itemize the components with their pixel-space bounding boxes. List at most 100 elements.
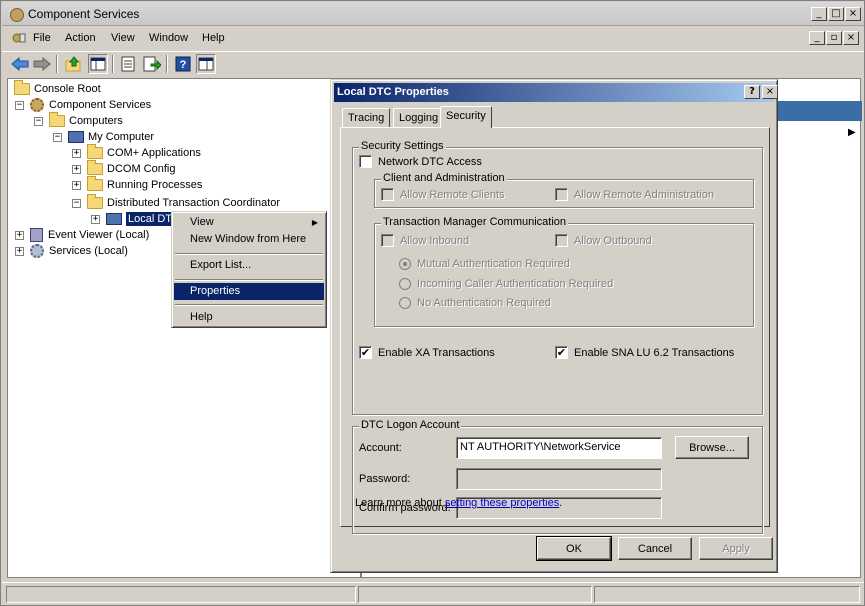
tab-logging[interactable]: Logging xyxy=(393,108,445,128)
expand-icon[interactable]: + xyxy=(72,164,81,174)
doc-minimize-button[interactable]: _ xyxy=(809,31,825,45)
menu-action[interactable]: Action xyxy=(65,32,96,44)
tree-item-label: DCOM Config xyxy=(107,163,176,175)
collapse-icon[interactable]: − xyxy=(34,116,43,126)
arrow-right-icon[interactable]: ▶ xyxy=(848,127,856,138)
learn-more-prefix: Learn more about xyxy=(355,497,445,509)
menu-help[interactable]: Help xyxy=(202,32,225,44)
tab-tracing[interactable]: Tracing xyxy=(342,108,391,128)
checkbox-box: ✔ xyxy=(359,346,372,359)
menu-item-view[interactable]: View ▶ xyxy=(174,214,324,231)
expand-icon[interactable]: + xyxy=(15,246,24,256)
menu-window[interactable]: Window xyxy=(149,32,188,44)
client-admin-group: Client and Administration Allow Remote C… xyxy=(374,172,754,208)
tree-item-running-processes[interactable]: + Running Processes xyxy=(72,176,203,193)
expand-icon[interactable]: + xyxy=(15,230,24,240)
menu-item-export-list[interactable]: Export List... xyxy=(174,257,324,274)
account-input[interactable]: NT AUTHORITY\NetworkService xyxy=(456,437,662,459)
toolbar-separator xyxy=(112,55,114,73)
minimize-button[interactable]: _ xyxy=(811,7,827,21)
browse-button[interactable]: Browse... xyxy=(675,436,749,459)
checkbox-box xyxy=(359,155,372,168)
checkbox-box: ✔ xyxy=(555,346,568,359)
tm-communication-group: Transaction Manager Communication Allow … xyxy=(374,216,754,327)
back-icon[interactable] xyxy=(10,54,30,74)
expand-icon[interactable]: + xyxy=(72,148,81,158)
event-viewer-icon xyxy=(30,228,43,242)
collapse-icon[interactable]: − xyxy=(15,100,24,110)
tree-item-local-dtc[interactable]: + Local DTC xyxy=(91,211,182,227)
apply-button[interactable]: Apply xyxy=(699,537,773,560)
incoming-caller-auth-radio[interactable]: Incoming Caller Authentication Required xyxy=(399,278,613,290)
menu-item-help[interactable]: Help xyxy=(174,309,324,326)
no-auth-radio[interactable]: No Authentication Required xyxy=(399,297,551,309)
tree-item-label: Event Viewer (Local) xyxy=(48,229,150,241)
tree-item-label: Services (Local) xyxy=(49,245,128,257)
toolbar-separator xyxy=(166,55,168,73)
learn-more-link[interactable]: setting these properties xyxy=(445,497,559,509)
menu-separator xyxy=(175,304,323,306)
tree-item-computers[interactable]: − Computers xyxy=(34,112,123,129)
menu-item-properties[interactable]: Properties xyxy=(174,283,324,300)
tree-item-event-viewer[interactable]: + Event Viewer (Local) xyxy=(15,227,149,243)
status-pane xyxy=(594,586,860,603)
tree-item-com-applications[interactable]: + COM+ Applications xyxy=(72,144,201,161)
enable-sna-checkbox[interactable]: ✔ Enable SNA LU 6.2 Transactions xyxy=(555,346,734,359)
radio-button xyxy=(399,258,411,270)
export-icon[interactable] xyxy=(142,54,162,74)
tree-item-dtc[interactable]: − Distributed Transaction Coordinator xyxy=(72,194,280,211)
checkbox-label: Allow Inbound xyxy=(400,234,470,247)
show-tree-icon[interactable] xyxy=(88,54,108,74)
menu-bar: File Action View Window Help _ ▫ × xyxy=(2,28,864,50)
dialog-titlebar[interactable]: Local DTC Properties ? × xyxy=(334,83,778,102)
up-icon[interactable] xyxy=(64,54,84,74)
tree-item-my-computer[interactable]: − My Computer xyxy=(53,129,154,145)
expand-icon[interactable]: + xyxy=(91,214,100,224)
doc-close-button[interactable]: × xyxy=(843,31,859,45)
console-tree-icon[interactable] xyxy=(196,54,216,74)
group-label: Transaction Manager Communication xyxy=(381,216,569,228)
tree-item-label: COM+ Applications xyxy=(107,147,201,159)
collapse-icon[interactable]: − xyxy=(72,198,81,208)
tree-item-label: Running Processes xyxy=(107,179,203,191)
allow-outbound-checkbox[interactable]: Allow Outbound xyxy=(555,234,652,247)
menu-item-new-window[interactable]: New Window from Here xyxy=(174,231,324,248)
collapse-icon[interactable]: − xyxy=(53,132,62,142)
menu-view[interactable]: View xyxy=(111,32,135,44)
tree-item-dcom-config[interactable]: + DCOM Config xyxy=(72,160,176,177)
svg-text:?: ? xyxy=(180,59,187,71)
expand-icon[interactable]: + xyxy=(72,180,81,190)
tree-item-label: Console Root xyxy=(34,83,101,95)
doc-restore-button[interactable]: ▫ xyxy=(826,31,842,45)
allow-inbound-checkbox[interactable]: Allow Inbound xyxy=(381,234,469,247)
help-button[interactable]: ? xyxy=(744,85,760,99)
checkbox-label: Network DTC Access xyxy=(378,155,482,168)
ok-button[interactable]: OK xyxy=(536,536,612,561)
main-titlebar[interactable]: Component Services _ □ × xyxy=(2,2,864,26)
dialog-close-button[interactable]: × xyxy=(762,85,778,99)
tab-security[interactable]: Security xyxy=(440,106,492,128)
folder-icon xyxy=(87,194,103,209)
network-dtc-access-checkbox[interactable]: Network DTC Access xyxy=(359,155,482,168)
cancel-button[interactable]: Cancel xyxy=(618,537,692,560)
allow-remote-admin-checkbox[interactable]: Allow Remote Administration xyxy=(555,188,714,201)
mutual-auth-radio[interactable]: Mutual Authentication Required xyxy=(399,258,570,270)
properties-icon[interactable] xyxy=(118,54,138,74)
help-icon[interactable]: ? xyxy=(173,54,193,74)
tree-item-services[interactable]: + Services (Local) xyxy=(15,243,128,259)
group-label: Client and Administration xyxy=(381,172,507,184)
tree-item-component-services[interactable]: − Component Services xyxy=(15,97,151,113)
menu-file[interactable]: File xyxy=(33,32,51,44)
close-button[interactable]: × xyxy=(845,7,861,21)
console-doc-icon[interactable] xyxy=(12,32,26,44)
gear-icon xyxy=(30,98,44,112)
allow-remote-clients-checkbox[interactable]: Allow Remote Clients xyxy=(381,188,505,201)
forward-icon[interactable] xyxy=(32,54,52,74)
maximize-button[interactable]: □ xyxy=(828,7,844,21)
learn-more-suffix: . xyxy=(559,497,563,509)
password-input[interactable] xyxy=(456,468,662,490)
enable-xa-checkbox[interactable]: ✔ Enable XA Transactions xyxy=(359,346,495,359)
console-tree[interactable]: Console Root − Component Services − Comp… xyxy=(7,78,361,578)
tree-item-console-root[interactable]: Console Root xyxy=(14,80,101,97)
dialog-title: Local DTC Properties xyxy=(337,86,449,98)
